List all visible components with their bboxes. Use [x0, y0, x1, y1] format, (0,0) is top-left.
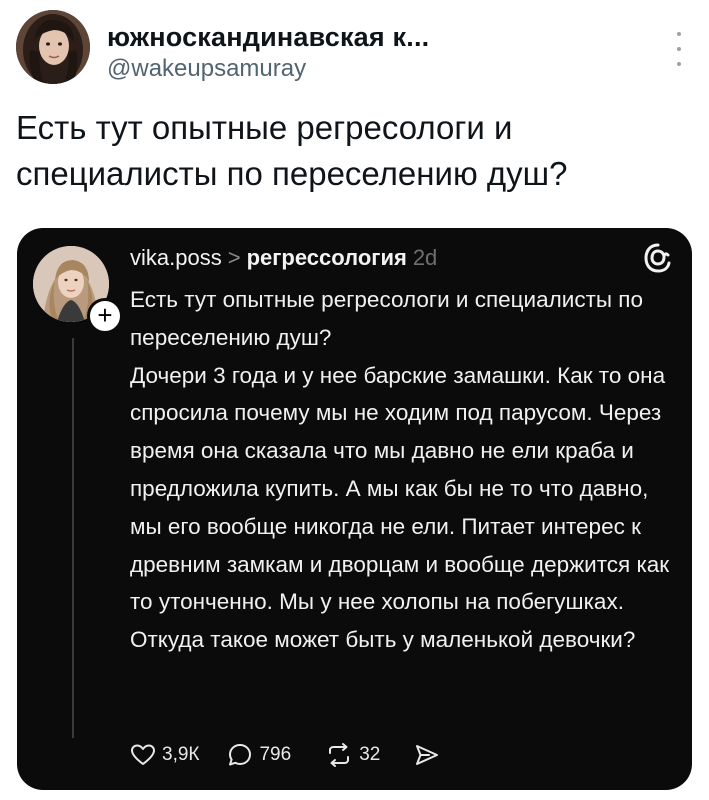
threads-logo-icon[interactable] [642, 242, 674, 274]
chevron-right-icon: > [227, 245, 241, 270]
embed-header: vika.poss > регрессология 2d [130, 245, 437, 271]
tweet-header: южноскандинавская к... @wakeupsamuray [16, 10, 693, 86]
embed-topic[interactable]: регрессология [247, 245, 407, 270]
author-avatar[interactable] [16, 10, 90, 84]
repost-count: 32 [359, 744, 381, 765]
more-dot [677, 32, 681, 36]
embed-username[interactable]: vika.poss [130, 245, 222, 270]
thread-line [72, 338, 74, 738]
author-display-name[interactable]: южноскандинавская к... [107, 22, 429, 53]
send-icon [416, 745, 439, 765]
more-vertical-icon[interactable] [671, 32, 687, 66]
embed-paragraph: Есть тут опытные регресологи и специалис… [130, 287, 643, 350]
embed-action-bar: 3,9К 796 32 [130, 738, 440, 772]
embed-post-text: Есть тут опытные регресологи и специалис… [130, 281, 675, 659]
more-dot [677, 62, 681, 66]
like-count: 3,9К [162, 744, 200, 765]
comment-icon [229, 744, 252, 766]
author-avatar-image [16, 10, 90, 84]
share-button[interactable] [414, 743, 440, 767]
reply-button[interactable]: 796 [227, 742, 291, 768]
repost-button[interactable]: 32 [325, 742, 380, 768]
embed-timestamp: 2d [412, 245, 438, 270]
repost-icon [329, 743, 350, 767]
heart-icon [131, 744, 155, 765]
more-dot [677, 47, 681, 51]
embedded-threads-screenshot: + vika.poss > регрессология 2d Есть тут опы… [17, 228, 692, 790]
author-username[interactable]: @wakeupsamuray [107, 55, 306, 83]
tweet-text: Есть тут опытные регресологи и специалис… [16, 109, 568, 192]
embed-paragraph: Дочери 3 года и у нее барские замашки. К… [130, 362, 670, 653]
reply-count: 796 [259, 744, 292, 765]
follow-plus-button[interactable]: + [87, 298, 123, 334]
like-button[interactable]: 3,9К [130, 743, 199, 767]
